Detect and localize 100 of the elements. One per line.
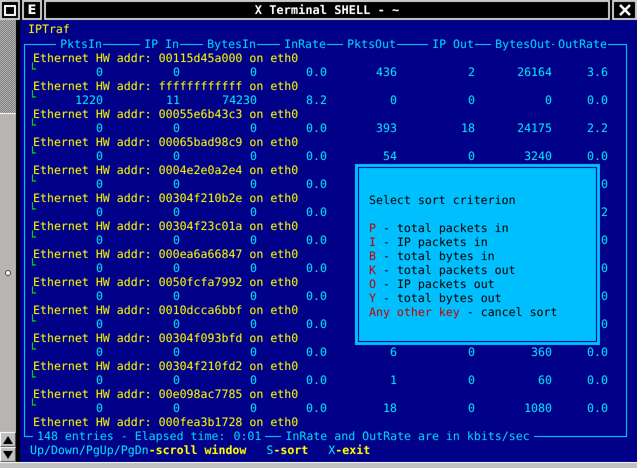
menu-button[interactable]: E (22, 0, 42, 20)
sort-option: - IP packets in (382, 235, 488, 249)
table-cell: 0.0 (587, 401, 608, 415)
table-cell: 0 (173, 345, 180, 359)
host-address: Ethernet HW addr: 00115d45a000 on eth0 (33, 51, 298, 65)
sort-key: Y (369, 291, 376, 305)
host-address: Ethernet HW addr: 00304f23c01a on eth0 (33, 219, 298, 233)
host-address: Ethernet HW addr: 0010dcca6bbf on eth0 (33, 303, 298, 317)
table-cell: 0 (468, 373, 475, 387)
table-cell: 0 (250, 121, 257, 135)
table-cell: 0.0 (587, 93, 608, 107)
table-cell: 0 (250, 345, 257, 359)
table-cell: 0.0 (306, 65, 327, 79)
table-cell: 0 (96, 373, 103, 387)
sort-option: - total bytes in (382, 249, 495, 263)
help-action: -sort (273, 443, 308, 457)
window-menu-button[interactable] (0, 0, 20, 20)
help-action: -scroll window (148, 443, 246, 457)
table-cell: 0 (96, 65, 103, 79)
table-cell: 6 (390, 345, 397, 359)
table-cell: 0.0 (587, 373, 608, 387)
sort-option: - IP packets out (382, 277, 495, 291)
table-cell: 0 (96, 401, 103, 415)
host-address: Ethernet HW addr: 00304f093bfd on eth0 (33, 331, 298, 345)
close-button[interactable] (612, 0, 637, 20)
table-cell: 0 (96, 233, 103, 247)
table-cell: 0.0 (306, 177, 327, 191)
table-cell: 0 (96, 261, 103, 275)
scrollbar-thumb[interactable] (0, 113, 16, 432)
table-cell: 0.0 (306, 289, 327, 303)
help-key: S (266, 443, 274, 457)
table-cell: 0 (173, 233, 180, 247)
table-cell: 0 (250, 149, 257, 163)
table-cell: 26164 (517, 65, 552, 79)
table-cell: 0.0 (306, 373, 327, 387)
column-header: BytesOut (495, 37, 551, 51)
table-cell: 0.0 (587, 149, 608, 163)
table-cell: 54 (383, 149, 397, 163)
table-cell: 0 (96, 121, 103, 135)
host-address: Ethernet HW addr: 000ea6a66847 on eth0 (33, 247, 298, 261)
table-cell: 0.0 (306, 261, 327, 275)
table-cell: 2 (468, 65, 475, 79)
table-cell: 0.0 (587, 345, 608, 359)
table-cell: 1220 (75, 93, 103, 107)
table-cell: 0 (173, 401, 180, 415)
table-cell: 0 (601, 289, 608, 303)
table-cell: 0 (250, 401, 257, 415)
table-cell: 0 (96, 289, 103, 303)
table-cell: 0.0 (306, 205, 327, 219)
sort-key: P (369, 221, 376, 235)
table-cell: 0 (173, 177, 180, 191)
table-cell: 393 (376, 121, 397, 135)
scroll-down-button[interactable] (0, 447, 16, 462)
table-cell: 0 (250, 205, 257, 219)
app-title: IPTraf (27, 22, 71, 36)
table-cell: 0 (250, 261, 257, 275)
table-cell: 0 (96, 345, 103, 359)
sort-key: B (369, 249, 376, 263)
table-cell: 0 (250, 289, 257, 303)
table-cell: 0.0 (306, 345, 327, 359)
close-icon (618, 4, 630, 16)
table-cell: 3240 (524, 149, 552, 163)
table-cell: 0 (468, 345, 475, 359)
table-cell: 0 (250, 65, 257, 79)
sort-option: - total bytes out (382, 291, 502, 305)
table-cell: 0 (468, 149, 475, 163)
help-key: Up/Down/PgUp/PgDn (30, 443, 149, 457)
table-cell: 0.0 (306, 233, 327, 247)
table-cell: 0 (468, 401, 475, 415)
grip-icon (5, 270, 11, 276)
down-arrow-icon (3, 450, 13, 458)
host-address: Ethernet HW addr: 00304f210fd2 on eth0 (33, 359, 298, 373)
table-cell: 1 (390, 373, 397, 387)
table-cell: 0 (96, 317, 103, 331)
table-cell: 0 (173, 289, 180, 303)
scroll-up-button[interactable] (0, 432, 16, 447)
table-cell: 0.0 (306, 317, 327, 331)
table-cell: 11 (166, 93, 180, 107)
entries-count: 148 entries - Elapsed time: (37, 429, 226, 443)
table-cell: 0 (250, 233, 257, 247)
rate-units-note: InRate and OutRate are in kbits/sec (285, 429, 530, 443)
sort-option: - total packets in (382, 221, 509, 235)
table-cell: 0 (96, 205, 103, 219)
host-address: Ethernet HW addr: 00e098ac7785 on eth0 (33, 387, 298, 401)
table-cell: 0 (173, 205, 180, 219)
table-cell: 0 (468, 93, 475, 107)
table-cell: 0 (601, 261, 608, 275)
table-cell: 0 (250, 373, 257, 387)
table-cell: 1080 (524, 401, 552, 415)
table-cell: 60 (538, 373, 552, 387)
table-cell: 360 (531, 345, 552, 359)
window-icon (4, 4, 16, 16)
host-address: Ethernet HW addr: 00304f210b2e on eth0 (33, 191, 298, 205)
host-address: Ethernet HW addr: ffffffffffff on eth0 (33, 79, 298, 93)
help-action: -exit (335, 443, 370, 457)
elapsed-time: 0:01 (233, 429, 262, 443)
up-arrow-icon (3, 436, 13, 444)
scrollbar[interactable] (0, 20, 16, 462)
sort-key: O (369, 277, 376, 291)
table-cell: 0 (601, 233, 608, 247)
